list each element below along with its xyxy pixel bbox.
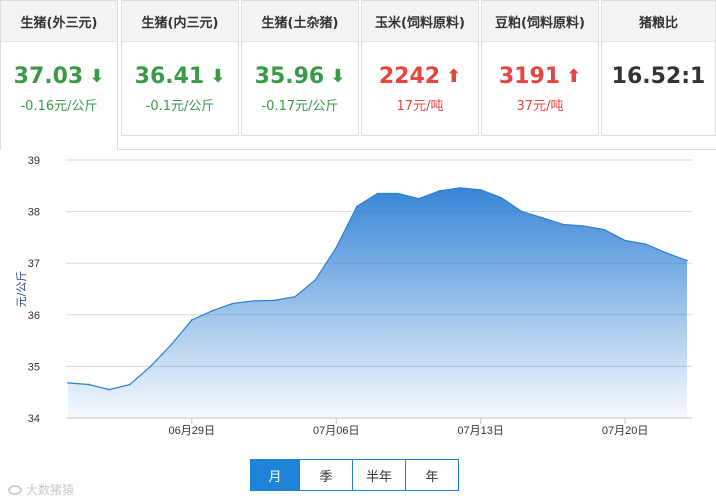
data-point — [438, 190, 441, 192]
tab-month[interactable]: 月 — [251, 460, 299, 490]
tab-year[interactable]: 年 — [405, 460, 458, 490]
tab-quarter[interactable]: 季 — [299, 460, 352, 490]
data-point — [87, 383, 90, 386]
price-card-tu-za-zhu[interactable]: 生猪(土杂猪) 35.96 ⬇ -0.17元/公斤 — [241, 0, 359, 136]
price-card-wai-san-yuan[interactable]: 生猪(外三元) 37.03 ⬇ -0.16元/公斤 — [0, 0, 118, 150]
y-tick-label: 35 — [28, 361, 40, 373]
y-tick-label: 34 — [28, 413, 40, 425]
card-title: 生猪(土杂猪) — [242, 1, 358, 42]
data-point — [108, 388, 111, 391]
data-point — [252, 300, 255, 302]
y-tick-label: 38 — [28, 207, 40, 219]
card-value-row: 3191 ⬆ — [482, 64, 598, 89]
card-value-row: 35.96 ⬇ — [242, 64, 358, 89]
x-tick-label: 06月29日 — [169, 425, 215, 437]
up-arrow-icon: ⬆ — [446, 66, 462, 87]
data-point — [356, 205, 358, 208]
data-point — [397, 192, 399, 195]
data-point — [129, 383, 131, 386]
y-axis-title: 元/公斤 — [15, 271, 28, 308]
card-title: 豆粕(饲料原料) — [482, 1, 598, 42]
data-point — [294, 295, 296, 298]
price-card-corn[interactable]: 玉米(饲料原料) 2242 ⬆ 17元/吨 — [361, 0, 479, 136]
data-point — [603, 228, 606, 231]
card-title: 猪粮比 — [602, 1, 715, 42]
chart-panel: 34 35 36 37 38 39 06月29日 07月06日 07月13日 07月20日 元/公… — [0, 149, 716, 503]
card-change: -0.16元/公斤 — [20, 99, 98, 114]
data-point — [479, 189, 482, 191]
card-change: 37元/吨 — [516, 99, 564, 114]
card-value: 16.52:1 — [611, 64, 706, 89]
data-point — [67, 382, 69, 384]
data-point — [417, 197, 420, 200]
data-point — [314, 278, 317, 281]
card-title: 玉米(饲料原料) — [362, 1, 478, 42]
range-tabs: 月 季 半年 年 — [250, 459, 459, 491]
up-arrow-icon: ⬆ — [566, 66, 582, 87]
price-area-chart: 34 35 36 37 38 39 06月29日 07月06日 07月13日 07月20日 元/公… — [15, 155, 692, 437]
price-card-hog-grain-ratio[interactable]: 猪粮比 16.52:1 — [601, 0, 716, 136]
area-fill — [68, 187, 687, 418]
data-point — [273, 299, 276, 302]
data-point — [170, 343, 172, 346]
card-change: -0.17元/公斤 — [261, 99, 339, 114]
x-tick-label: 07月06日 — [313, 425, 359, 437]
card-title: 生猪(内三元) — [122, 1, 238, 42]
data-point — [583, 225, 585, 227]
y-tick-label: 37 — [28, 258, 40, 270]
data-point — [686, 259, 688, 262]
down-arrow-icon: ⬇ — [89, 66, 105, 87]
x-tick-label: 07月13日 — [457, 425, 503, 437]
card-value-row: 36.41 ⬇ — [122, 64, 238, 89]
y-tick-label: 39 — [28, 155, 40, 167]
card-title: 生猪(外三元) — [1, 1, 117, 42]
card-value-row: 16.52:1 — [602, 64, 715, 89]
data-point — [376, 192, 379, 195]
down-arrow-icon: ⬇ — [330, 66, 346, 87]
card-value-row: 37.03 ⬇ — [1, 64, 117, 89]
data-point — [624, 239, 626, 242]
watermark-text: 大数猪猿 — [26, 483, 75, 497]
price-card-nei-san-yuan[interactable]: 生猪(内三元) 36.41 ⬇ -0.1元/公斤 — [121, 0, 239, 136]
data-point — [149, 365, 152, 368]
data-point — [211, 309, 214, 312]
data-point — [459, 187, 461, 189]
x-tick-label: 07月20日 — [602, 425, 648, 437]
data-point — [232, 302, 234, 305]
down-arrow-icon: ⬇ — [210, 66, 226, 87]
price-card-soybean-meal[interactable]: 豆粕(饲料原料) 3191 ⬆ 37元/吨 — [481, 0, 599, 136]
data-point — [500, 196, 503, 199]
data-point — [665, 252, 668, 254]
data-point — [644, 243, 647, 245]
card-value: 2242 — [378, 64, 441, 89]
card-value: 35.96 — [254, 64, 325, 89]
data-point — [335, 246, 338, 249]
watermark: 大数猪猿 — [8, 481, 74, 498]
data-point — [541, 216, 544, 219]
y-tick-label: 36 — [28, 310, 40, 322]
data-point — [562, 223, 564, 226]
data-point — [521, 210, 523, 213]
data-point — [191, 319, 193, 321]
card-value: 37.03 — [13, 64, 84, 89]
card-value: 36.41 — [134, 64, 205, 89]
area-series — [67, 187, 688, 418]
tab-half-year[interactable]: 半年 — [352, 460, 405, 490]
logo-icon — [8, 484, 22, 495]
card-change: 17元/吨 — [396, 99, 444, 114]
card-change: -0.1元/公斤 — [145, 99, 215, 114]
card-value-row: 2242 ⬆ — [362, 64, 478, 89]
card-value: 3191 — [498, 64, 561, 89]
